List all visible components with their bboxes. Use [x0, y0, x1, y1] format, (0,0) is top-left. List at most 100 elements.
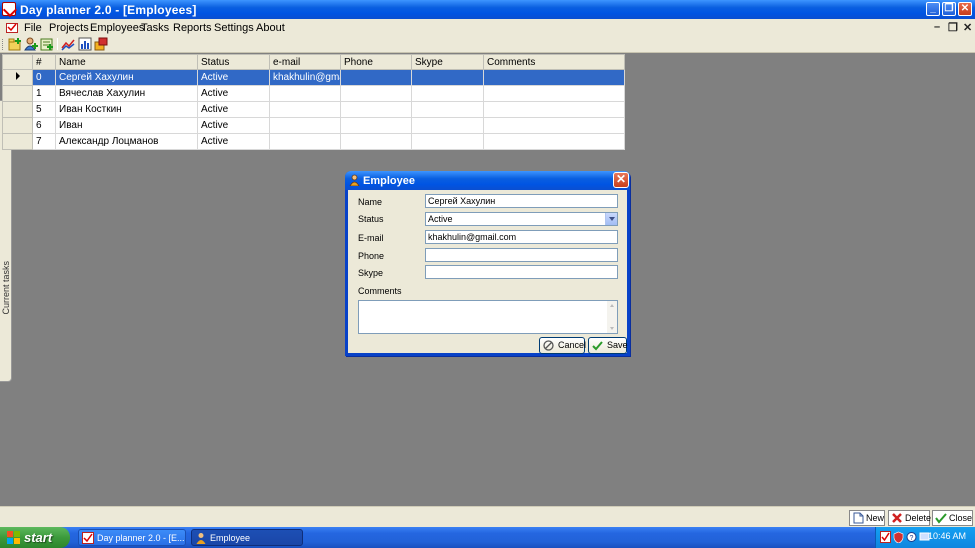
cell-comments[interactable]: [483, 133, 625, 150]
cell-id[interactable]: 1: [32, 85, 56, 102]
menu-reports[interactable]: Reports: [173, 22, 212, 34]
menu-tasks[interactable]: Tasks: [141, 22, 169, 34]
cancel-button[interactable]: Cancel: [539, 337, 586, 354]
shield-icon[interactable]: [893, 531, 904, 543]
skype-field[interactable]: [425, 265, 618, 279]
column-header-comments[interactable]: Comments: [483, 54, 625, 70]
taskbar-item-day-planner[interactable]: Day planner 2.0 - [E...: [78, 529, 186, 546]
cell-comments[interactable]: [483, 117, 625, 134]
cell-name[interactable]: Вячеслав Хахулин: [55, 85, 198, 102]
menu-about[interactable]: About: [256, 22, 285, 34]
cell-status[interactable]: Active: [197, 69, 270, 86]
start-button[interactable]: start: [0, 527, 70, 548]
table-row[interactable]: 7 Александр Лоцманов Active: [2, 133, 625, 150]
menu-settings[interactable]: Settings: [214, 22, 254, 34]
dialog-close-button[interactable]: ✕: [613, 172, 629, 188]
cell-comments[interactable]: [483, 85, 625, 102]
column-header-skype[interactable]: Skype: [411, 54, 484, 70]
restore-button[interactable]: ❐: [942, 2, 956, 16]
scroll-down-icon[interactable]: [610, 327, 614, 330]
cell-skype[interactable]: [411, 85, 484, 102]
table-row[interactable]: 5 Иван Косткин Active: [2, 101, 625, 118]
save-button[interactable]: Save: [588, 337, 628, 354]
name-field[interactable]: Сергей Хахулин: [425, 194, 618, 208]
cell-skype[interactable]: [411, 101, 484, 118]
mdi-child-icon[interactable]: [6, 22, 18, 33]
cell-phone[interactable]: [340, 69, 412, 86]
cell-comments[interactable]: [483, 101, 625, 118]
cell-phone[interactable]: [340, 85, 412, 102]
chart-icon[interactable]: [61, 37, 75, 51]
help-icon[interactable]: ?: [906, 531, 917, 543]
cell-email[interactable]: [269, 117, 341, 134]
cell-email[interactable]: khakhulin@gmail...: [269, 69, 341, 86]
menu-file[interactable]: File: [24, 22, 42, 34]
cell-id[interactable]: 5: [32, 101, 56, 118]
taskbar-item-employee[interactable]: Employee: [191, 529, 303, 546]
add-employee-icon[interactable]: [24, 37, 38, 51]
column-header-id[interactable]: #: [32, 54, 56, 70]
status-select[interactable]: Active: [425, 212, 618, 226]
menu-employees[interactable]: Employees: [90, 22, 144, 34]
new-button[interactable]: New: [849, 510, 885, 526]
cell-id[interactable]: 6: [32, 117, 56, 134]
cell-id[interactable]: 0: [32, 69, 56, 86]
svg-text:?: ?: [910, 535, 914, 542]
cell-name[interactable]: Александр Лоцманов: [55, 133, 198, 150]
employees-grid[interactable]: # Name Status e-mail Phone Skype Comment…: [2, 54, 625, 150]
column-header-email[interactable]: e-mail: [269, 54, 341, 70]
cell-skype[interactable]: [411, 69, 484, 86]
mdi-restore-button[interactable]: ❐: [948, 21, 958, 34]
cell-skype[interactable]: [411, 117, 484, 134]
add-task-icon[interactable]: [40, 37, 54, 51]
delete-button[interactable]: Delete: [888, 510, 931, 526]
close-label: Close: [949, 513, 973, 523]
column-header-status[interactable]: Status: [197, 54, 270, 70]
cell-email[interactable]: [269, 85, 341, 102]
cell-email[interactable]: [269, 101, 341, 118]
table-row[interactable]: 6 Иван Active: [2, 117, 625, 134]
app-tray-icon[interactable]: [880, 531, 891, 543]
window-titlebar[interactable]: Day planner 2.0 - [Employees] _ ❐ ✕: [0, 0, 975, 19]
row-selector[interactable]: [2, 69, 33, 86]
row-selector[interactable]: [2, 85, 33, 102]
table-row[interactable]: 1 Вячеслав Хахулин Active: [2, 85, 625, 102]
menu-projects[interactable]: Projects: [49, 22, 89, 34]
cell-phone[interactable]: [340, 101, 412, 118]
cell-name[interactable]: Сергей Хахулин: [55, 69, 198, 86]
cell-status[interactable]: Active: [197, 133, 270, 150]
dialog-titlebar[interactable]: Employee ✕: [345, 171, 630, 190]
close-button[interactable]: Close: [932, 510, 973, 526]
cell-phone[interactable]: [340, 117, 412, 134]
cell-name[interactable]: Иван: [55, 117, 198, 134]
cell-email[interactable]: [269, 133, 341, 150]
mdi-close-button[interactable]: ✕: [963, 21, 972, 34]
toolbar-grip[interactable]: [2, 39, 5, 50]
close-window-button[interactable]: ✕: [958, 2, 972, 16]
column-header-name[interactable]: Name: [55, 54, 198, 70]
phone-field[interactable]: [425, 248, 618, 262]
cell-skype[interactable]: [411, 133, 484, 150]
row-selector[interactable]: [2, 117, 33, 134]
cell-status[interactable]: Active: [197, 85, 270, 102]
comments-scrollbar[interactable]: [607, 301, 617, 333]
settings-icon[interactable]: [94, 37, 108, 51]
row-selector[interactable]: [2, 101, 33, 118]
comments-textarea[interactable]: [358, 300, 618, 334]
new-project-icon[interactable]: [8, 37, 22, 51]
report-icon[interactable]: [78, 37, 92, 51]
minimize-button[interactable]: _: [926, 2, 940, 16]
cell-id[interactable]: 7: [32, 133, 56, 150]
cell-comments[interactable]: [483, 69, 625, 86]
scroll-up-icon[interactable]: [610, 304, 614, 307]
column-header-phone[interactable]: Phone: [340, 54, 412, 70]
table-row[interactable]: 0 Сергей Хахулин Active khakhulin@gmail.…: [2, 69, 625, 86]
cell-phone[interactable]: [340, 133, 412, 150]
chevron-down-icon[interactable]: [605, 213, 617, 225]
cell-status[interactable]: Active: [197, 117, 270, 134]
mdi-minimize-button[interactable]: –: [934, 21, 940, 33]
cell-name[interactable]: Иван Косткин: [55, 101, 198, 118]
row-selector[interactable]: [2, 133, 33, 150]
email-field[interactable]: khakhulin@gmail.com: [425, 230, 618, 244]
cell-status[interactable]: Active: [197, 101, 270, 118]
